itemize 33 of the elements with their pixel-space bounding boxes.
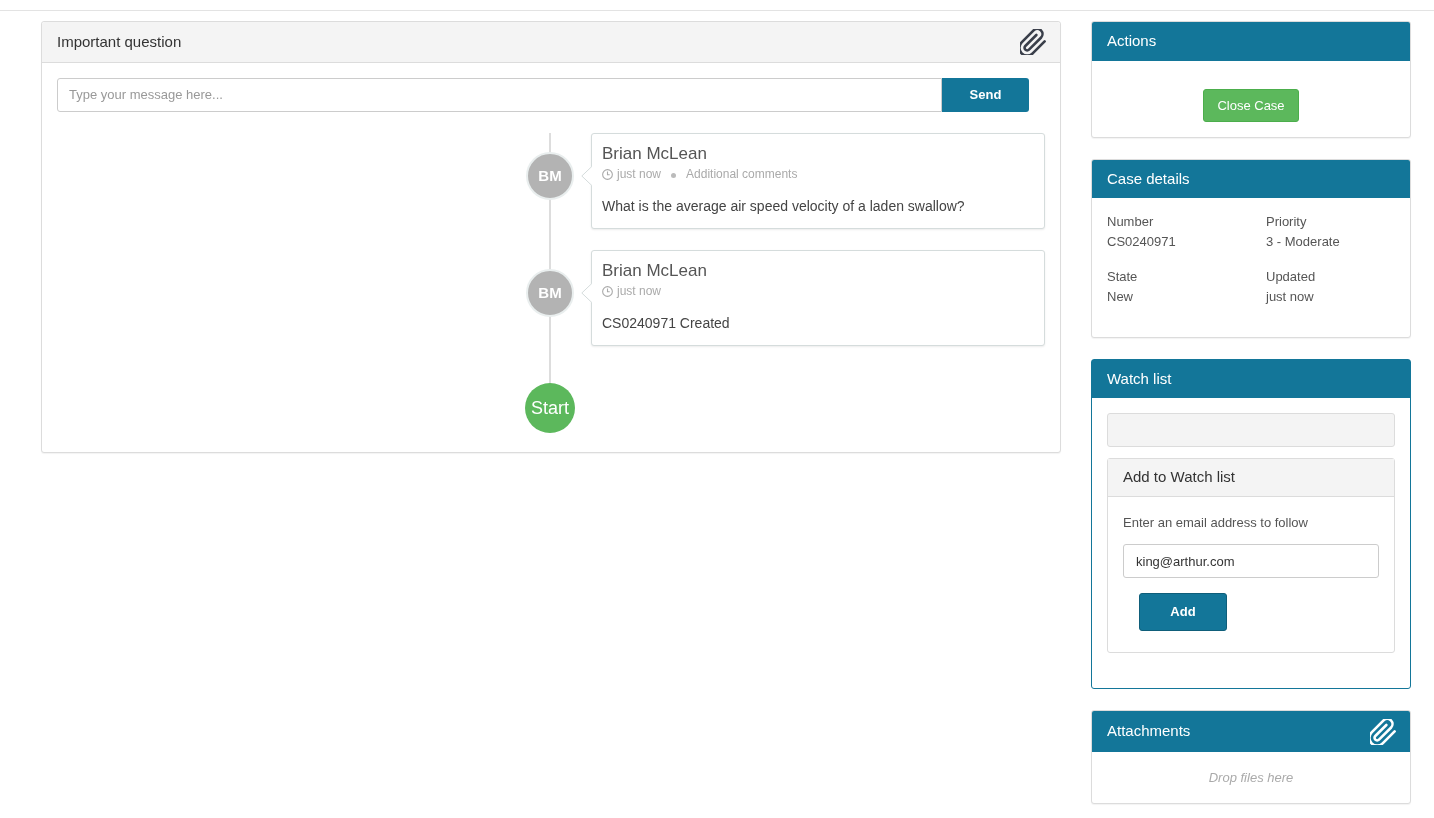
comment-text: CS0240971 Created [602, 314, 731, 333]
prompt-text: Enter an email address to follow [1123, 514, 1309, 532]
paperclip-icon[interactable] [1020, 29, 1046, 55]
clock-icon [602, 168, 613, 180]
avatar: BM [526, 152, 574, 200]
panel-title: Important question [57, 31, 182, 52]
field-value: just now [1266, 288, 1315, 306]
time-text: just now [617, 166, 662, 183]
field-value: CS0240971 [1107, 233, 1177, 251]
entry-type-text: Additional comments [686, 166, 798, 183]
avatar: BM [526, 269, 574, 317]
field-value: New [1107, 288, 1134, 306]
field-label: State [1107, 268, 1139, 286]
comment-text: What is the average air speed velocity of a laden swallow? [602, 197, 966, 216]
drop-zone-hint: Drop files here [1208, 768, 1294, 787]
panel-title: Case details [1107, 168, 1190, 189]
panel-title: Add to Watch list [1123, 467, 1235, 488]
start-marker: Start [525, 383, 575, 433]
panel-title: Watch list [1107, 368, 1172, 389]
field-label: Number [1107, 213, 1155, 231]
send-button[interactable]: Send [942, 78, 1029, 112]
time-text: just now [617, 283, 662, 300]
message-input[interactable]: Type your message here... [57, 78, 942, 112]
field-value: 3 - Moderate [1266, 233, 1341, 251]
panel-title: Actions [1107, 31, 1157, 52]
field-label: Priority [1266, 213, 1308, 231]
clock-icon [602, 285, 613, 297]
add-button[interactable]: Add [1139, 593, 1227, 631]
field-label: Updated [1266, 268, 1317, 286]
panel-title: Attachments [1107, 721, 1191, 742]
author-name: Brian McLean [602, 143, 708, 165]
author-name: Brian McLean [602, 260, 708, 282]
email-input[interactable]: king@arthur.com [1123, 544, 1379, 578]
